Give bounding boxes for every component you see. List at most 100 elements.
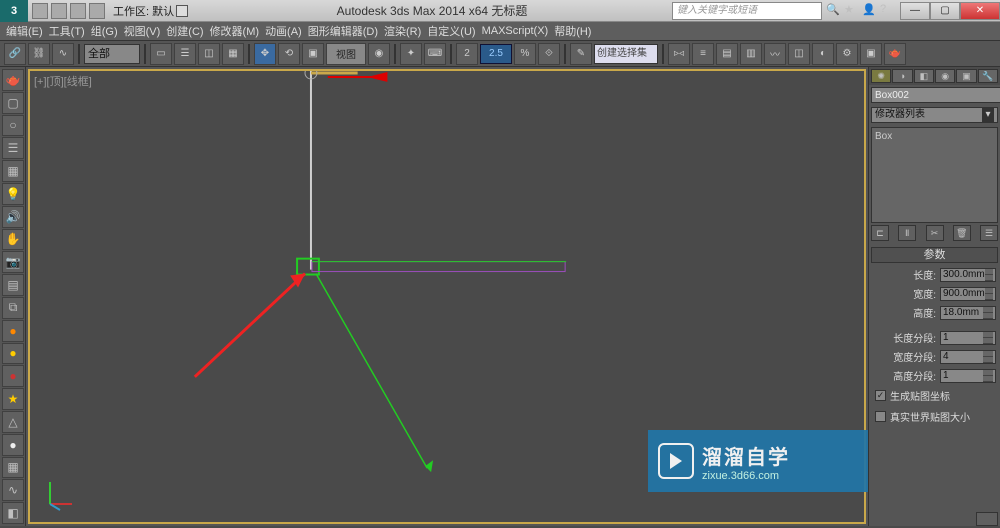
- star-icon[interactable]: ★: [2, 388, 24, 410]
- close-button[interactable]: ✕: [960, 2, 1000, 20]
- menu-customize[interactable]: 自定义(U): [427, 23, 475, 39]
- camera-icon[interactable]: 📷: [2, 251, 24, 273]
- pin-stack-icon[interactable]: ⊏: [871, 225, 889, 241]
- teapot-icon[interactable]: 🫖: [2, 69, 24, 91]
- wseg-spinner[interactable]: 4: [940, 350, 996, 364]
- workspace-selector[interactable]: 工作区: 默认: [109, 3, 192, 19]
- material-editor-icon[interactable]: ◐: [812, 43, 834, 65]
- menu-modifiers[interactable]: 修改器(M): [210, 23, 260, 39]
- tab-hierarchy-icon[interactable]: ◧: [914, 69, 934, 83]
- use-center-icon[interactable]: ◉: [368, 43, 390, 65]
- spinner-snap-icon[interactable]: ⟐: [538, 43, 560, 65]
- menu-graph-editors[interactable]: 图形编辑器(D): [308, 23, 378, 39]
- angle-snap-value[interactable]: 2.5: [480, 44, 512, 64]
- edit-named-sel-icon[interactable]: ✎: [570, 43, 592, 65]
- mod-stack-item[interactable]: Box: [875, 131, 994, 142]
- signin-icon[interactable]: 👤: [862, 3, 878, 19]
- length-spinner[interactable]: 300.0mm: [940, 268, 996, 282]
- move-icon[interactable]: ✥: [254, 43, 276, 65]
- snap2d-icon[interactable]: 2: [456, 43, 478, 65]
- layers-icon[interactable]: ▤: [716, 43, 738, 65]
- search-input[interactable]: 键入关键字或短语: [672, 2, 822, 20]
- panel-config-icon[interactable]: [976, 512, 998, 526]
- menu-edit[interactable]: 编辑(E): [6, 23, 43, 39]
- object-name-input[interactable]: [871, 87, 1000, 103]
- tb-icon[interactable]: [89, 3, 105, 19]
- height-spinner[interactable]: 18.0mm: [940, 306, 996, 320]
- selection-filter-dropdown[interactable]: 全部: [84, 44, 140, 64]
- sound-icon[interactable]: 🔊: [2, 206, 24, 228]
- minimize-button[interactable]: —: [900, 2, 930, 20]
- lseg-spinner[interactable]: 1: [940, 331, 996, 345]
- menu-maxscript[interactable]: MAXScript(X): [482, 25, 549, 37]
- render-frame-icon[interactable]: ▣: [860, 43, 882, 65]
- red-icon[interactable]: ●: [2, 365, 24, 387]
- table-icon[interactable]: ▦: [2, 160, 24, 182]
- star-icon[interactable]: ★: [844, 3, 860, 19]
- tab-motion-icon[interactable]: ◉: [935, 69, 955, 83]
- link-icon[interactable]: 🔗: [4, 43, 26, 65]
- graphite-icon[interactable]: ▥: [740, 43, 762, 65]
- viewport-label[interactable]: [+][顶][线框]: [34, 73, 92, 89]
- help-icon[interactable]: ?: [880, 3, 896, 19]
- select-by-name-icon[interactable]: ☰: [174, 43, 196, 65]
- menu-rendering[interactable]: 渲染(R): [384, 23, 421, 39]
- keyboard-icon[interactable]: ⌨: [424, 43, 446, 65]
- tb-icon[interactable]: [32, 3, 48, 19]
- menu-help[interactable]: 帮助(H): [554, 23, 591, 39]
- layer-icon[interactable]: ▤: [2, 274, 24, 296]
- menu-tools[interactable]: 工具(T): [49, 23, 85, 39]
- named-selection-sets[interactable]: 创建选择集: [594, 44, 658, 64]
- tb-icon[interactable]: [51, 3, 67, 19]
- align-icon[interactable]: ≡: [692, 43, 714, 65]
- modifier-stack[interactable]: Box: [871, 127, 998, 223]
- render-setup-icon[interactable]: ⚙: [836, 43, 858, 65]
- dup-icon[interactable]: ⧉: [2, 297, 24, 319]
- menu-group[interactable]: 组(G): [91, 23, 118, 39]
- yellow-icon[interactable]: ●: [2, 343, 24, 365]
- tree-icon[interactable]: △: [2, 411, 24, 433]
- schematic-icon[interactable]: ◫: [788, 43, 810, 65]
- render-icon[interactable]: 🫖: [884, 43, 906, 65]
- show-end-icon[interactable]: Ⅱ: [898, 225, 916, 241]
- maximize-button[interactable]: ▢: [930, 2, 960, 20]
- tab-display-icon[interactable]: ▣: [956, 69, 976, 83]
- info-icon[interactable]: 🔍: [826, 3, 842, 19]
- sphere-icon[interactable]: ○: [2, 115, 24, 137]
- select-region-icon[interactable]: ◫: [198, 43, 220, 65]
- menu-animation[interactable]: 动画(A): [265, 23, 302, 39]
- tab-utilities-icon[interactable]: 🔧: [978, 69, 998, 83]
- percent-snap-icon[interactable]: %: [514, 43, 536, 65]
- light-icon[interactable]: 💡: [2, 183, 24, 205]
- mirror-icon[interactable]: ▹◃: [668, 43, 690, 65]
- menu-create[interactable]: 创建(C): [166, 23, 203, 39]
- rollout-parameters[interactable]: 参数: [871, 247, 998, 263]
- width-spinner[interactable]: 900.0mm: [940, 287, 996, 301]
- box-icon[interactable]: ▢: [2, 92, 24, 114]
- tab-create-icon[interactable]: ✺: [871, 69, 891, 83]
- ref-coord-dropdown[interactable]: 视图: [326, 43, 366, 65]
- scale-icon[interactable]: ▣: [302, 43, 324, 65]
- tb-icon[interactable]: [70, 3, 86, 19]
- grid-icon[interactable]: ▦: [2, 457, 24, 479]
- app-logo-icon[interactable]: 3: [0, 0, 28, 22]
- select-object-icon[interactable]: ▭: [150, 43, 172, 65]
- tab-modify-icon[interactable]: ◑: [892, 69, 912, 83]
- configure-icon[interactable]: ☰: [980, 225, 998, 241]
- curve-icon[interactable]: ∿: [2, 479, 24, 501]
- hseg-spinner[interactable]: 1: [940, 369, 996, 383]
- hand-icon[interactable]: ✋: [2, 229, 24, 251]
- curve-editor-icon[interactable]: 〰: [764, 43, 786, 65]
- modifier-list-dropdown[interactable]: 修改器列表 ▾: [871, 107, 998, 123]
- manip-icon[interactable]: ✦: [400, 43, 422, 65]
- gen-mapping-checkbox[interactable]: ✓: [875, 390, 886, 401]
- real-world-checkbox[interactable]: [875, 411, 886, 422]
- make-unique-icon[interactable]: ✂: [926, 225, 944, 241]
- window-crossing-icon[interactable]: ▦: [222, 43, 244, 65]
- rotate-icon[interactable]: ⟲: [278, 43, 300, 65]
- remove-mod-icon[interactable]: 🗑: [953, 225, 971, 241]
- bind-icon[interactable]: ∿: [52, 43, 74, 65]
- menu-views[interactable]: 视图(V): [124, 23, 161, 39]
- chevron-down-icon[interactable]: [176, 5, 188, 17]
- unlink-icon[interactable]: ⛓: [28, 43, 50, 65]
